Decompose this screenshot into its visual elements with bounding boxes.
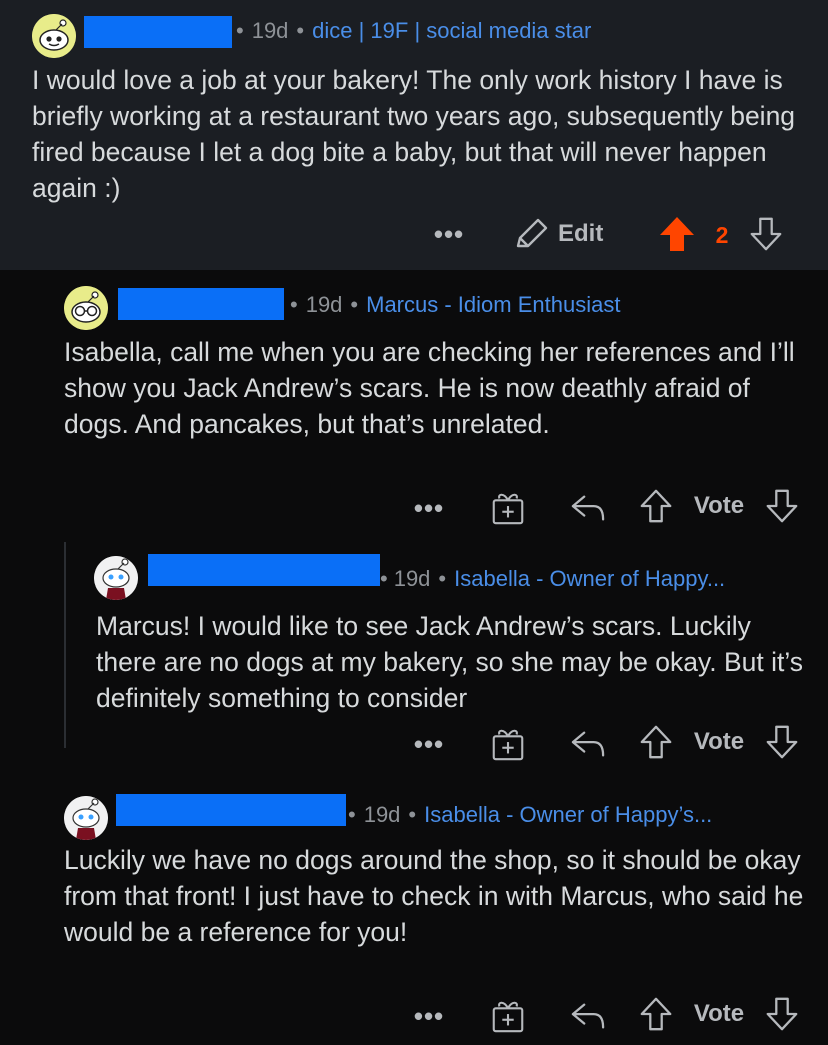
downvote-arrow-icon (766, 997, 798, 1031)
vote-label: Vote (693, 492, 745, 519)
comment-age: 19d (393, 566, 431, 591)
gift-icon (492, 729, 524, 761)
more-options-button[interactable]: ••• (406, 728, 452, 760)
avatar[interactable] (64, 796, 108, 840)
separator-dot: • (350, 292, 359, 317)
comment-body: I would love a job at your bakery! The o… (32, 65, 796, 203)
upvote-arrow-icon (640, 489, 672, 523)
separator-dot: • (348, 802, 356, 827)
downvote-arrow-icon (766, 489, 798, 523)
avatar[interactable] (94, 556, 138, 600)
upvote-arrow-icon (660, 217, 694, 251)
reply-arrow-icon (571, 731, 605, 757)
redacted-username (116, 794, 346, 826)
downvote-button[interactable] (762, 722, 802, 762)
pencil-icon (516, 218, 548, 248)
separator-dot: • (296, 18, 305, 43)
snoo-avatar-icon (64, 796, 108, 840)
redacted-username (84, 16, 232, 48)
comment-meta: • 19d • Marcus - Idiom Enthusiast (288, 292, 620, 318)
downvote-button[interactable] (762, 486, 802, 526)
downvote-button[interactable] (762, 994, 802, 1034)
user-flair[interactable]: Isabella - Owner of Happy’s... (424, 802, 712, 828)
snoo-avatar-icon (32, 14, 76, 58)
reply-button[interactable] (566, 724, 610, 764)
separator-dot: • (438, 566, 447, 591)
upvote-arrow-icon (640, 725, 672, 759)
award-button[interactable] (486, 722, 530, 764)
award-button[interactable] (486, 994, 530, 1036)
edit-button[interactable]: Edit (512, 215, 612, 253)
comment-nested-reply: • 19d • Isabella - Owner of Happy... Mar… (0, 540, 828, 780)
downvote-arrow-icon (750, 217, 782, 251)
comment-meta: • 19d • Isabella - Owner of Happy’s... (346, 802, 712, 828)
upvote-arrow-icon (640, 997, 672, 1031)
snoo-avatar-icon (94, 556, 138, 600)
upvote-button[interactable] (636, 722, 676, 762)
comment-age: 19d (305, 292, 343, 317)
award-button[interactable] (486, 486, 530, 528)
separator-dot: • (408, 802, 417, 827)
more-options-button[interactable]: ••• (406, 492, 452, 524)
snoo-avatar-icon (64, 286, 108, 330)
separator-dot: • (290, 292, 298, 317)
reply-arrow-icon (571, 495, 605, 521)
reply-button[interactable] (566, 996, 610, 1036)
comment-body: Luckily we have no dogs around the shop,… (64, 845, 804, 947)
comment-meta: • 19d • Isabella - Owner of Happy... (378, 566, 725, 592)
comment-age: 19d (251, 18, 289, 43)
vote-label: Vote (693, 728, 745, 755)
user-flair[interactable]: Marcus - Idiom Enthusiast (366, 292, 620, 318)
edit-label: Edit (558, 220, 604, 247)
upvote-button[interactable] (636, 486, 676, 526)
downvote-button[interactable] (746, 214, 786, 254)
separator-dot: • (236, 18, 244, 43)
gift-icon (492, 493, 524, 525)
vote-label: Vote (693, 1000, 745, 1027)
avatar[interactable] (64, 286, 108, 330)
reply-button[interactable] (566, 488, 610, 528)
downvote-arrow-icon (766, 725, 798, 759)
comment-op: • 19d • dice | 19F | social media star I… (0, 0, 828, 270)
user-flair[interactable]: dice | 19F | social media star (312, 18, 591, 44)
user-flair[interactable]: Isabella - Owner of Happy... (454, 566, 725, 592)
upvote-button[interactable] (636, 994, 676, 1034)
comment-age: 19d (363, 802, 401, 827)
comment-body: Isabella, call me when you are checking … (64, 337, 795, 439)
separator-dot: • (380, 566, 388, 591)
redacted-username (118, 288, 284, 320)
upvote-button[interactable] (656, 214, 698, 254)
comment-body: Marcus! I would like to see Jack Andrew’… (96, 611, 804, 713)
more-options-button[interactable]: ••• (406, 1000, 452, 1032)
avatar[interactable] (32, 14, 76, 58)
comment-meta: • 19d • dice | 19F | social media star (234, 18, 591, 44)
comment-reply: • 19d • Marcus - Idiom Enthusiast Isabel… (0, 270, 828, 540)
vote-score: 2 (715, 221, 729, 248)
comment-reply: • 19d • Isabella - Owner of Happy’s... L… (0, 780, 828, 1045)
gift-icon (492, 1001, 524, 1033)
more-options-button[interactable]: ••• (426, 218, 472, 250)
redacted-username (148, 554, 380, 586)
reply-arrow-icon (571, 1003, 605, 1029)
